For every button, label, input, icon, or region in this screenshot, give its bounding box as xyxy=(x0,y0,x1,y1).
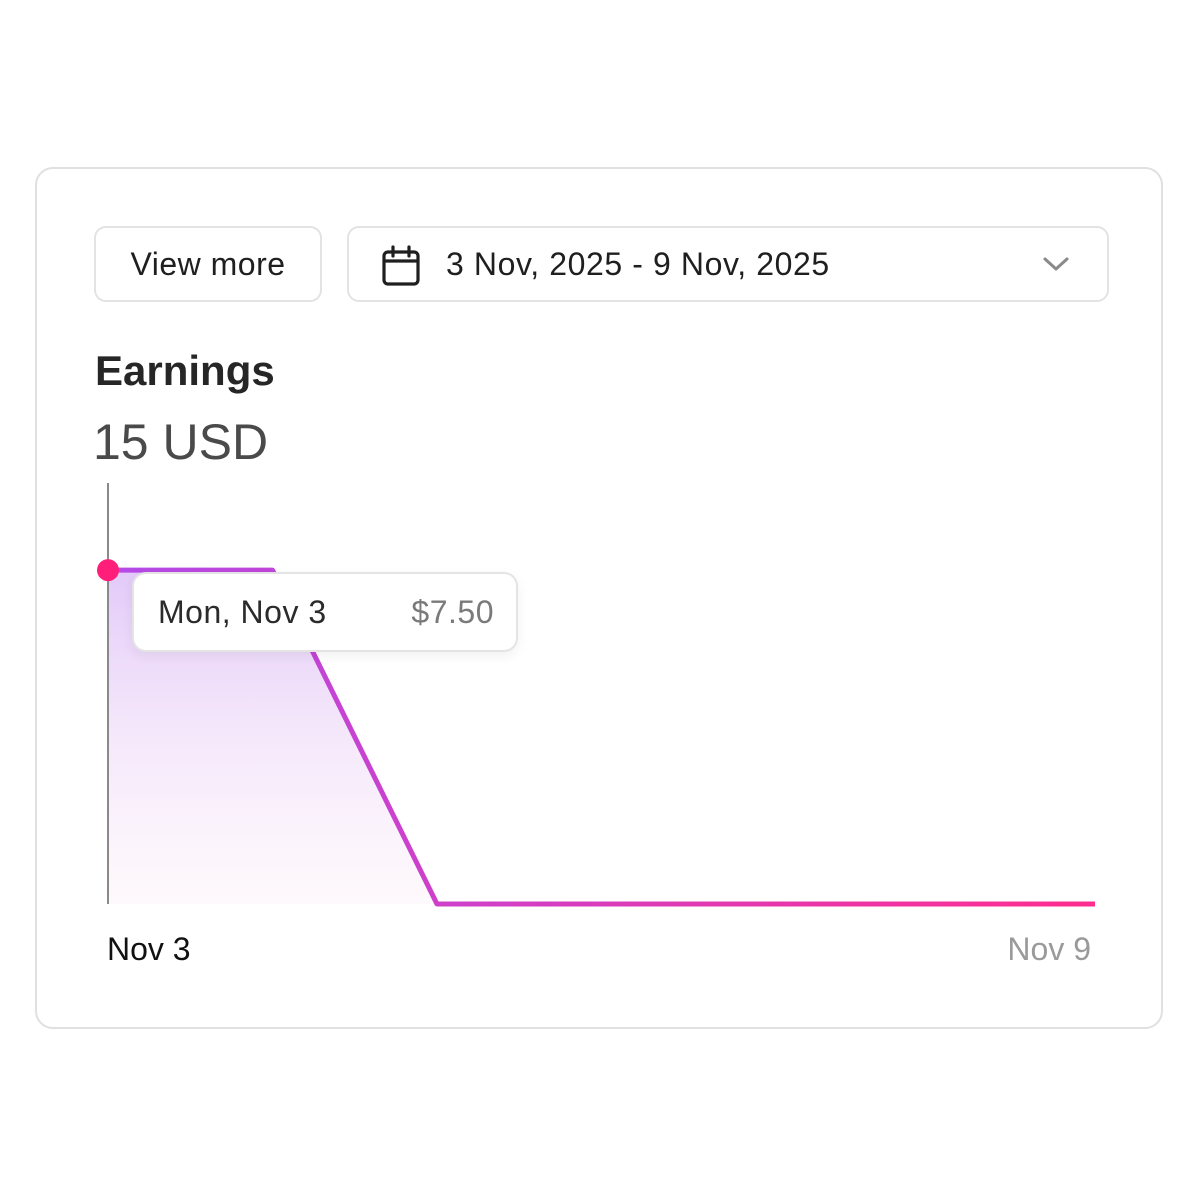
tooltip-date: Mon, Nov 3 xyxy=(158,594,327,630)
x-tick-label-end: Nov 9 xyxy=(1007,931,1091,967)
earnings-card: View more 3 Nov, 2025 - 9 Nov, 2025 Earn… xyxy=(35,167,1163,1029)
x-tick-label-start: Nov 3 xyxy=(107,931,191,967)
data-point-marker xyxy=(97,559,119,582)
chart-tooltip: Mon, Nov 3 $7.50 xyxy=(132,572,518,652)
tooltip-value: $7.50 xyxy=(411,594,494,630)
